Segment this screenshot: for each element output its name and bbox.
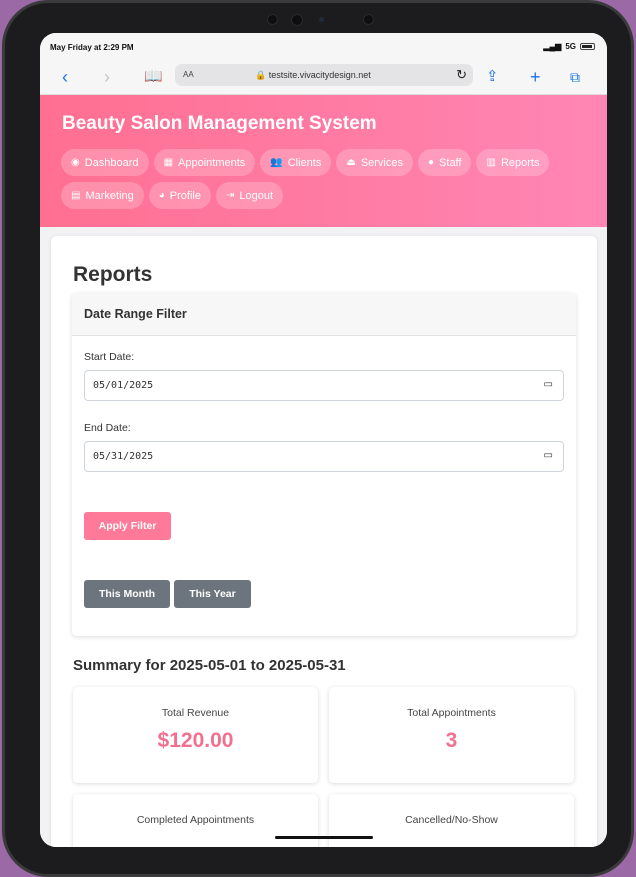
url-text: 🔒 testsite.vivacitydesign.net: [255, 70, 371, 80]
battery-icon: [580, 43, 595, 50]
start-date-input[interactable]: 05/01/2025 ▭: [84, 370, 564, 401]
nav-label: Staff: [439, 156, 462, 169]
reports-panel: Reports Date Range Filter Start Date: 05…: [51, 236, 597, 847]
nav-label: Clients: [287, 156, 322, 169]
url-value: testsite.vivacitydesign.net: [268, 70, 371, 80]
camera-sensor-2: [363, 14, 374, 25]
end-date-input[interactable]: 05/31/2025 ▭: [84, 441, 564, 472]
app-header: Beauty Salon Management System ◉ Dashboar…: [40, 95, 607, 227]
sign-out-icon: ⇥: [225, 190, 235, 201]
calendar-icon: ▦: [163, 157, 174, 168]
users-icon: 👥: [270, 157, 283, 168]
calendar-picker-icon[interactable]: ▭: [544, 450, 553, 461]
nav-logout[interactable]: ⇥ Logout: [215, 182, 284, 209]
start-date-label: Start Date:: [84, 351, 135, 363]
nav-staff[interactable]: ● Staff: [418, 149, 472, 176]
nav-label: Reports: [500, 156, 540, 169]
gauge-icon: ◉: [71, 157, 80, 168]
nav-label: Appointments: [178, 156, 246, 169]
status-time: May Friday at 2:29 PM: [50, 43, 134, 52]
end-date-value: 05/31/2025: [93, 451, 154, 462]
chart-line-icon: ▤: [71, 190, 81, 201]
camera-sensor: [267, 14, 278, 25]
stat-completed-appointments: Completed Appointments: [73, 794, 318, 847]
tabs-icon[interactable]: ⧉: [570, 67, 580, 87]
nav-marketing[interactable]: ▤ Marketing: [61, 182, 144, 209]
apply-filter-button[interactable]: Apply Filter: [84, 512, 171, 540]
stat-total-appointments: Total Appointments 3: [329, 687, 574, 783]
bell-service-icon: ⏏: [346, 157, 356, 168]
date-range-filter-card: Date Range Filter Start Date: 05/01/2025…: [72, 293, 576, 636]
filter-heading: Date Range Filter: [72, 293, 576, 336]
camera-indicator: [319, 17, 324, 22]
forward-icon[interactable]: ›: [104, 67, 110, 87]
network-label: 5G: [565, 42, 576, 51]
bookmarks-icon[interactable]: 📖: [144, 67, 163, 87]
stat-total-revenue: Total Revenue $120.00: [73, 687, 318, 783]
summary-title: Summary for 2025-05-01 to 2025-05-31: [73, 657, 346, 674]
page-title: Reports: [73, 263, 153, 286]
stat-label: Cancelled/No-Show: [405, 814, 498, 826]
new-tab-icon[interactable]: +: [530, 67, 541, 87]
nav-dashboard[interactable]: ◉ Dashboard: [61, 149, 149, 176]
stat-label: Total Revenue: [161, 707, 230, 719]
text-size-button[interactable]: AA: [183, 70, 194, 79]
nav-label: Dashboard: [84, 156, 139, 169]
address-bar[interactable]: AA 🔒 testsite.vivacitydesign.net ↻: [175, 64, 473, 86]
share-icon[interactable]: ⇪: [486, 67, 499, 87]
back-icon[interactable]: ‹: [62, 67, 68, 87]
camera-bar: [5, 12, 631, 28]
nav-clients[interactable]: 👥 Clients: [260, 149, 332, 176]
camera-lens: [291, 14, 303, 26]
nav-reports[interactable]: ▥ Reports: [476, 149, 550, 176]
this-year-button[interactable]: This Year: [174, 580, 251, 608]
status-bar: May Friday at 2:29 PM ▂▄▆ 5G: [40, 33, 607, 61]
stat-label: Total Appointments: [407, 707, 496, 719]
this-month-button[interactable]: This Month: [84, 580, 170, 608]
status-indicators: ▂▄▆ 5G: [543, 42, 595, 51]
chart-icon: ▥: [486, 157, 496, 168]
screen: May Friday at 2:29 PM ▂▄▆ 5G ‹ › 📖 AA 🔒 …: [40, 33, 607, 847]
stat-label: Completed Appointments: [136, 814, 255, 826]
nav-label: Marketing: [85, 189, 134, 202]
signal-icon: ▂▄▆: [543, 42, 562, 51]
stat-value: 3: [445, 729, 458, 752]
nav-label: Services: [360, 156, 403, 169]
tablet-frame: May Friday at 2:29 PM ▂▄▆ 5G ‹ › 📖 AA 🔒 …: [2, 0, 634, 877]
stat-cancelled-no-show: Cancelled/No-Show: [329, 794, 574, 847]
nav-services[interactable]: ⏏ Services: [336, 149, 413, 176]
stat-value: $120.00: [157, 729, 234, 752]
start-date-value: 05/01/2025: [93, 380, 154, 391]
calendar-picker-icon[interactable]: ▭: [544, 379, 553, 390]
nav-appointments[interactable]: ▦ Appointments: [153, 149, 256, 176]
end-date-label: End Date:: [84, 422, 131, 434]
main-nav: ◉ Dashboard ▦ Appointments 👥 Clients ⏏ Servi…: [61, 149, 591, 209]
nav-label: Profile: [169, 189, 201, 202]
nav-label: Logout: [239, 189, 274, 202]
reload-icon[interactable]: ↻: [456, 67, 467, 83]
browser-toolbar: ‹ › 📖 AA 🔒 testsite.vivacitydesign.net ↻…: [40, 61, 607, 95]
app-title: Beauty Salon Management System: [62, 113, 377, 134]
nav-profile[interactable]: ◕ Profile: [148, 182, 211, 209]
user-circle-icon: ◕: [158, 190, 165, 201]
home-indicator[interactable]: [275, 836, 373, 839]
user-icon: ●: [428, 157, 435, 168]
